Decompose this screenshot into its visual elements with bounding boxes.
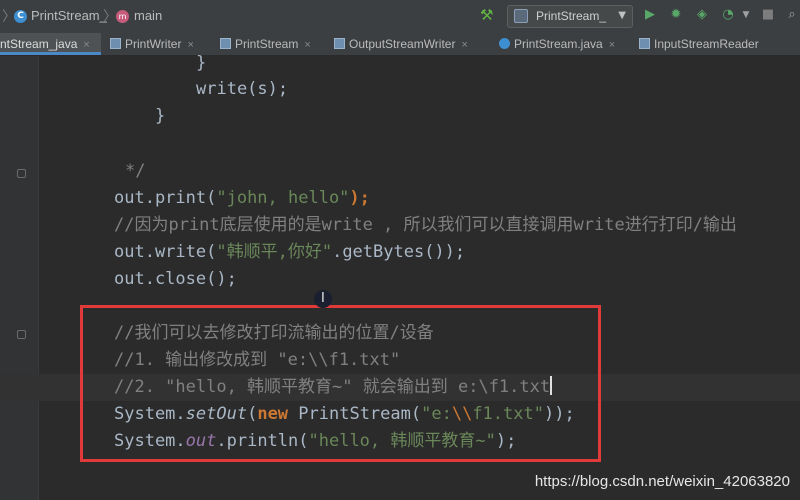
stop-icon[interactable]: ■ [760, 7, 776, 23]
code-line: out.close(); [114, 269, 237, 289]
code-line: */ [125, 161, 146, 181]
run-configuration-label: PrintStream_ [536, 9, 607, 23]
tab-printstream-java[interactable]: PrintStream.java × [499, 33, 615, 55]
tab-printstream-java-active[interactable]: ntStream_java × [0, 33, 101, 55]
profile-dropdown-chevron-icon[interactable]: ▼ [738, 7, 754, 23]
tab-inputstreamreader[interactable]: InputStreamReader [639, 33, 759, 55]
editor-tab-bar: ntStream_java × PrintWriter × PrintStream ×… [0, 33, 800, 56]
debug-bug-icon[interactable]: ✹ [668, 7, 684, 23]
code-comment-line: //因为print底层使用的是write , 所以我们可以直接调用write进行… [114, 215, 737, 235]
class-file-icon [220, 38, 231, 49]
tab-printwriter[interactable]: PrintWriter × [110, 33, 194, 55]
run-configuration-dropdown[interactable]: PrintStream_ ▼ [507, 5, 633, 28]
close-icon[interactable]: × [187, 39, 193, 51]
tab-label: ntStream_java [0, 37, 78, 51]
breadcrumb-method[interactable]: main [134, 8, 162, 23]
java-class-icon [499, 38, 510, 49]
search-everywhere-icon[interactable]: ⌕ [784, 7, 800, 23]
tab-label: PrintStream.java [514, 37, 603, 51]
run-icon[interactable]: ▶ [642, 7, 658, 23]
profile-icon[interactable]: ◔ [720, 7, 736, 23]
chevron-down-icon: ▼ [618, 10, 626, 21]
close-icon[interactable]: × [304, 39, 310, 51]
code-line: out.print("john, hello"); [114, 188, 370, 208]
code-line: } [155, 106, 166, 126]
java-config-icon [514, 9, 528, 23]
class-icon: C [14, 10, 27, 23]
close-icon[interactable]: × [83, 39, 89, 51]
breadcrumb-separator-icon: 〉 [103, 9, 117, 25]
build-hammer-icon[interactable]: ⚒ [480, 7, 496, 23]
method-icon: m [116, 10, 129, 23]
tab-outputstreamwriter[interactable]: OutputStreamWriter × [334, 33, 468, 55]
tab-label: PrintWriter [125, 37, 182, 51]
tab-label: PrintStream [235, 37, 299, 51]
tab-label: InputStreamReader [654, 37, 759, 51]
coverage-shield-icon[interactable]: ◈ [694, 7, 710, 23]
tab-label: OutputStreamWriter [349, 37, 456, 51]
code-line: write(s); [196, 79, 289, 99]
code-line: } [196, 53, 207, 73]
code-line: out.write("韩顺平,你好".getBytes()); [114, 242, 466, 262]
breadcrumb-file[interactable]: PrintStream_ [31, 8, 107, 23]
tab-printstream[interactable]: PrintStream × [220, 33, 311, 55]
watermark-url: https://blog.csdn.net/weixin_42063820 [534, 473, 790, 490]
close-icon[interactable]: × [461, 39, 467, 51]
class-file-icon [639, 38, 650, 49]
close-icon[interactable]: × [609, 39, 615, 51]
highlight-annotation-box [80, 305, 601, 462]
class-file-icon [334, 38, 345, 49]
navigation-bar: 〉 C PrintStream_ 〉 m main ⚒ PrintStream_… [0, 0, 800, 34]
text-cursor-icon: I [314, 290, 332, 308]
class-file-icon [110, 38, 121, 49]
